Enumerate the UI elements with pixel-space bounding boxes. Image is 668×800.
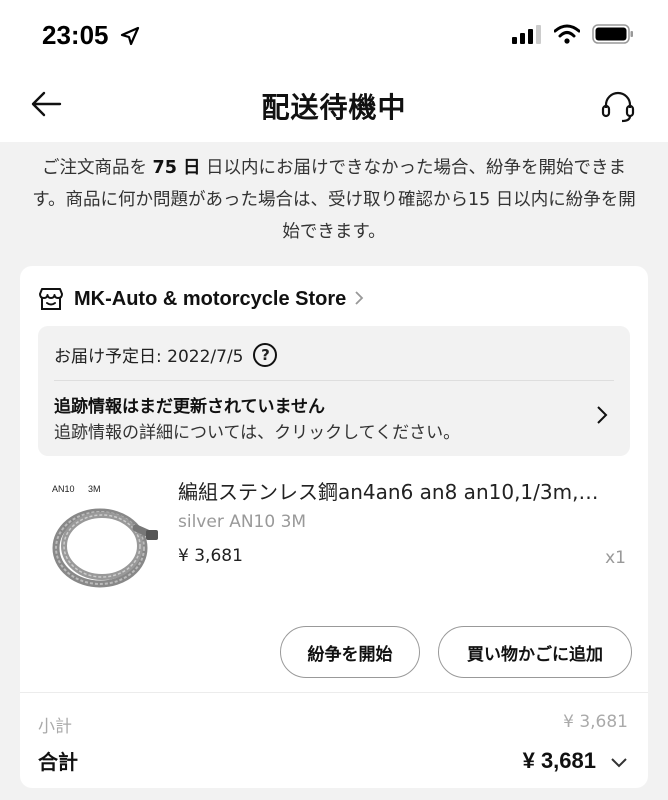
tracking-title: 追跡情報はまだ更新されていません (54, 397, 325, 417)
store-link[interactable]: MK-Auto & motorcycle Store (38, 286, 364, 312)
product-image[interactable]: AN10 3M (42, 476, 162, 596)
wifi-icon (553, 24, 581, 48)
header: 配送待機中 (0, 70, 668, 142)
dispute-notice: ご注文商品を 75 日 日以内にお届けできなかった場合、紛争を開始できます。商品… (30, 152, 638, 248)
total-value-group: ¥ 3,681 (523, 748, 628, 774)
support-button[interactable] (598, 88, 638, 128)
product-image-label: 3M (88, 484, 101, 494)
eta-label: お届け予定日: 2022/7/5 (54, 347, 244, 367)
total-label: 合計 (38, 750, 78, 774)
total-row[interactable]: 合計 ¥ 3,681 (38, 746, 628, 775)
divider (54, 380, 614, 381)
store-name: MK-Auto & motorcycle Store (74, 287, 347, 310)
store-icon (38, 286, 64, 312)
product-title[interactable]: 編組ステンレス鋼an4an6 an8 an10,1/3m,… (178, 476, 628, 505)
tracking-info-link[interactable]: 追跡情報はまだ更新されていません 追跡情報の詳細については、クリックしてください… (54, 394, 574, 446)
location-arrow-icon (120, 26, 140, 50)
chevron-right-icon (354, 287, 364, 312)
product-quantity: x1 (605, 548, 626, 568)
notice-days: 75 日 (152, 158, 201, 178)
total-value: ¥ 3,681 (522, 747, 596, 773)
product-variant: silver AN10 3M (178, 512, 307, 532)
battery-icon (592, 24, 634, 48)
page-title: 配送待機中 (261, 91, 407, 124)
product-image-label: AN10 (52, 484, 75, 494)
subtotal-value: ¥ 3,681 (563, 712, 628, 732)
subtotal-row: 小計 ¥ 3,681 (38, 712, 628, 737)
open-dispute-button[interactable]: 紛争を開始 (280, 626, 420, 678)
order-card: MK-Auto & motorcycle Store お届け予定日: 2022/… (20, 266, 648, 788)
help-icon[interactable]: ? (253, 342, 278, 367)
delivery-info: お届け予定日: 2022/7/5 ? 追跡情報はまだ更新されていません 追跡情報… (38, 326, 630, 456)
status-time: 23:05 (42, 20, 109, 50)
add-to-cart-button[interactable]: 買い物かごに追加 (438, 626, 632, 678)
hose-coil-image (52, 508, 158, 588)
signal-icon (512, 24, 542, 48)
headset-icon (600, 88, 636, 128)
subtotal-label: 小計 (38, 717, 72, 737)
product-price: ¥ 3,681 (178, 546, 243, 566)
notice-text-1: ご注文商品を (41, 158, 153, 178)
chevron-down-icon[interactable] (610, 748, 628, 774)
divider (20, 692, 648, 693)
tracking-subtitle: 追跡情報の詳細については、クリックしてください。 (54, 423, 461, 443)
eta-row: お届け予定日: 2022/7/5 ? (54, 342, 278, 367)
chevron-right-icon[interactable] (594, 402, 610, 428)
status-bar: 23:05 (0, 0, 668, 70)
